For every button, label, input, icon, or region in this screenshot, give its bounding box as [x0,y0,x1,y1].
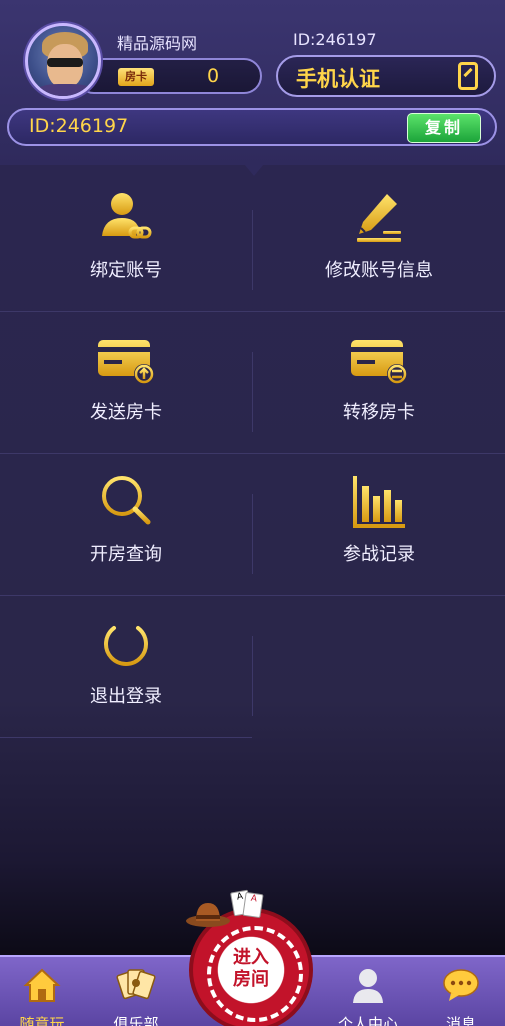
id-bar-text: ID:246197 [29,115,129,137]
nav-item-club[interactable]: 俱乐部 [96,963,176,1026]
nav-label: 俱乐部 [113,1015,159,1026]
enter-room-button[interactable]: 进入 房间 A A [180,889,325,1026]
phone-verify-button[interactable]: 手机认证 [276,55,496,97]
nav-item-casual-play[interactable]: 随意玩 [2,963,82,1026]
nav-item-messages[interactable]: 消息 [421,963,501,1026]
menu-row: 发送房卡 转移房卡 [0,312,505,454]
avatar-shirt [34,84,96,96]
menu-item-edit-account[interactable]: 修改账号信息 [253,170,505,312]
nickname: 精品源码网 [117,34,198,53]
menu-item-label: 发送房卡 [90,402,162,423]
menu-item-room-query[interactable]: 开房查询 [0,454,252,596]
id-bar: ID:246197 复制 [7,108,497,146]
room-card-count: 0 [206,65,220,87]
avatar-glasses [47,58,83,67]
menu-item-label: 绑定账号 [90,260,162,281]
nav-label: 个人中心 [337,1015,398,1026]
menu-item-label: 转移房卡 [343,402,415,423]
nav-label: 随意玩 [19,1015,65,1026]
power-icon [104,618,148,666]
bar-chart-icon [353,476,405,528]
menu-item-send-card[interactable]: 发送房卡 [0,312,252,454]
playing-cards-icon: A A [230,889,266,919]
menu-item-label: 参战记录 [343,544,415,565]
menu-row: 绑定账号 修改账号信息 [0,170,505,312]
search-icon [102,476,151,525]
enter-room-label: 进入 房间 [222,941,280,999]
user-icon [353,969,383,1003]
menu-row: 开房查询 参战记录 [0,454,505,596]
cowboy-hat-icon [186,903,230,927]
menu-item-bind-account[interactable]: 绑定账号 [0,170,252,312]
menu-item-transfer-card[interactable]: 转移房卡 [253,312,505,454]
phone-verify-label: 手机认证 [296,67,380,91]
menu-item-label: 退出登录 [90,686,162,707]
room-card-balance: 房卡 0 [76,58,262,94]
user-link-icon [102,193,152,239]
card-send-icon [98,340,154,384]
menu-row: 退出登录 [0,596,505,738]
card-transfer-icon [351,340,407,384]
divider [252,636,253,716]
menu-grid: 绑定账号 修改账号信息 发送房卡 转移房卡 开房查询 参战记录 退出登录 [0,170,505,738]
phone-edit-icon [458,62,478,90]
room-card-badge-icon: 房卡 [118,68,154,86]
avatar[interactable] [25,23,101,99]
menu-item-label: 修改账号信息 [325,260,433,281]
copy-button[interactable]: 复制 [407,113,481,143]
profile-header: 精品源码网 ID:246197 房卡 0 手机认证 ID:246197 复制 [0,0,505,165]
chat-icon [443,969,479,1001]
menu-item-battle-record[interactable]: 参战记录 [253,454,505,596]
home-icon [23,968,61,1002]
divider [0,737,252,738]
menu-item-label: 开房查询 [90,544,162,565]
user-id: ID:246197 [293,30,377,49]
edit-pen-icon [357,194,401,242]
cards-icon [116,969,156,1000]
nav-item-profile[interactable]: 个人中心 [328,963,408,1026]
nav-label: 消息 [445,1015,476,1026]
menu-item-logout[interactable]: 退出登录 [0,596,252,738]
